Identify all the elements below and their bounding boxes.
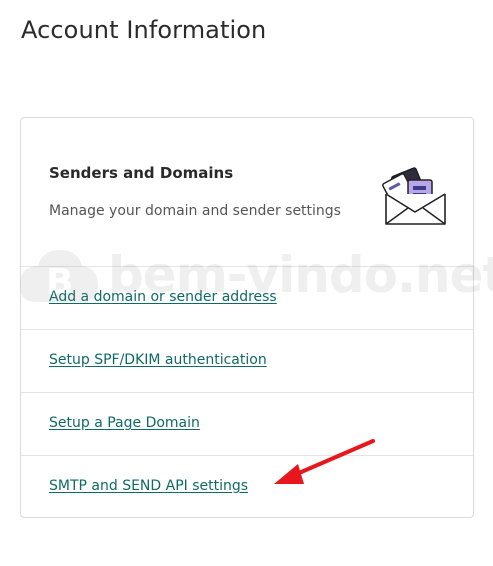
link-row-page-domain: Setup a Page Domain [21, 392, 473, 455]
page-title: Account Information [21, 16, 267, 44]
senders-and-domains-card: Senders and Domains Manage your domain a… [20, 117, 474, 518]
add-domain-or-sender-link[interactable]: Add a domain or sender address [49, 289, 277, 305]
card-description: Manage your domain and sender settings [49, 203, 341, 219]
setup-page-domain-link[interactable]: Setup a Page Domain [49, 415, 200, 431]
link-row-smtp-api: SMTP and SEND API settings [21, 455, 473, 518]
card-header: Senders and Domains Manage your domain a… [21, 118, 473, 266]
link-row-spf-dkim: Setup SPF/DKIM authentication [21, 329, 473, 392]
envelope-with-letters-icon [382, 167, 446, 225]
account-information-page: Account Information Senders and Domains … [0, 0, 493, 566]
setup-spf-dkim-link[interactable]: Setup SPF/DKIM authentication [49, 352, 267, 368]
link-row-add-domain: Add a domain or sender address [21, 266, 473, 329]
smtp-and-send-api-link[interactable]: SMTP and SEND API settings [49, 478, 248, 494]
card-title: Senders and Domains [49, 164, 234, 182]
